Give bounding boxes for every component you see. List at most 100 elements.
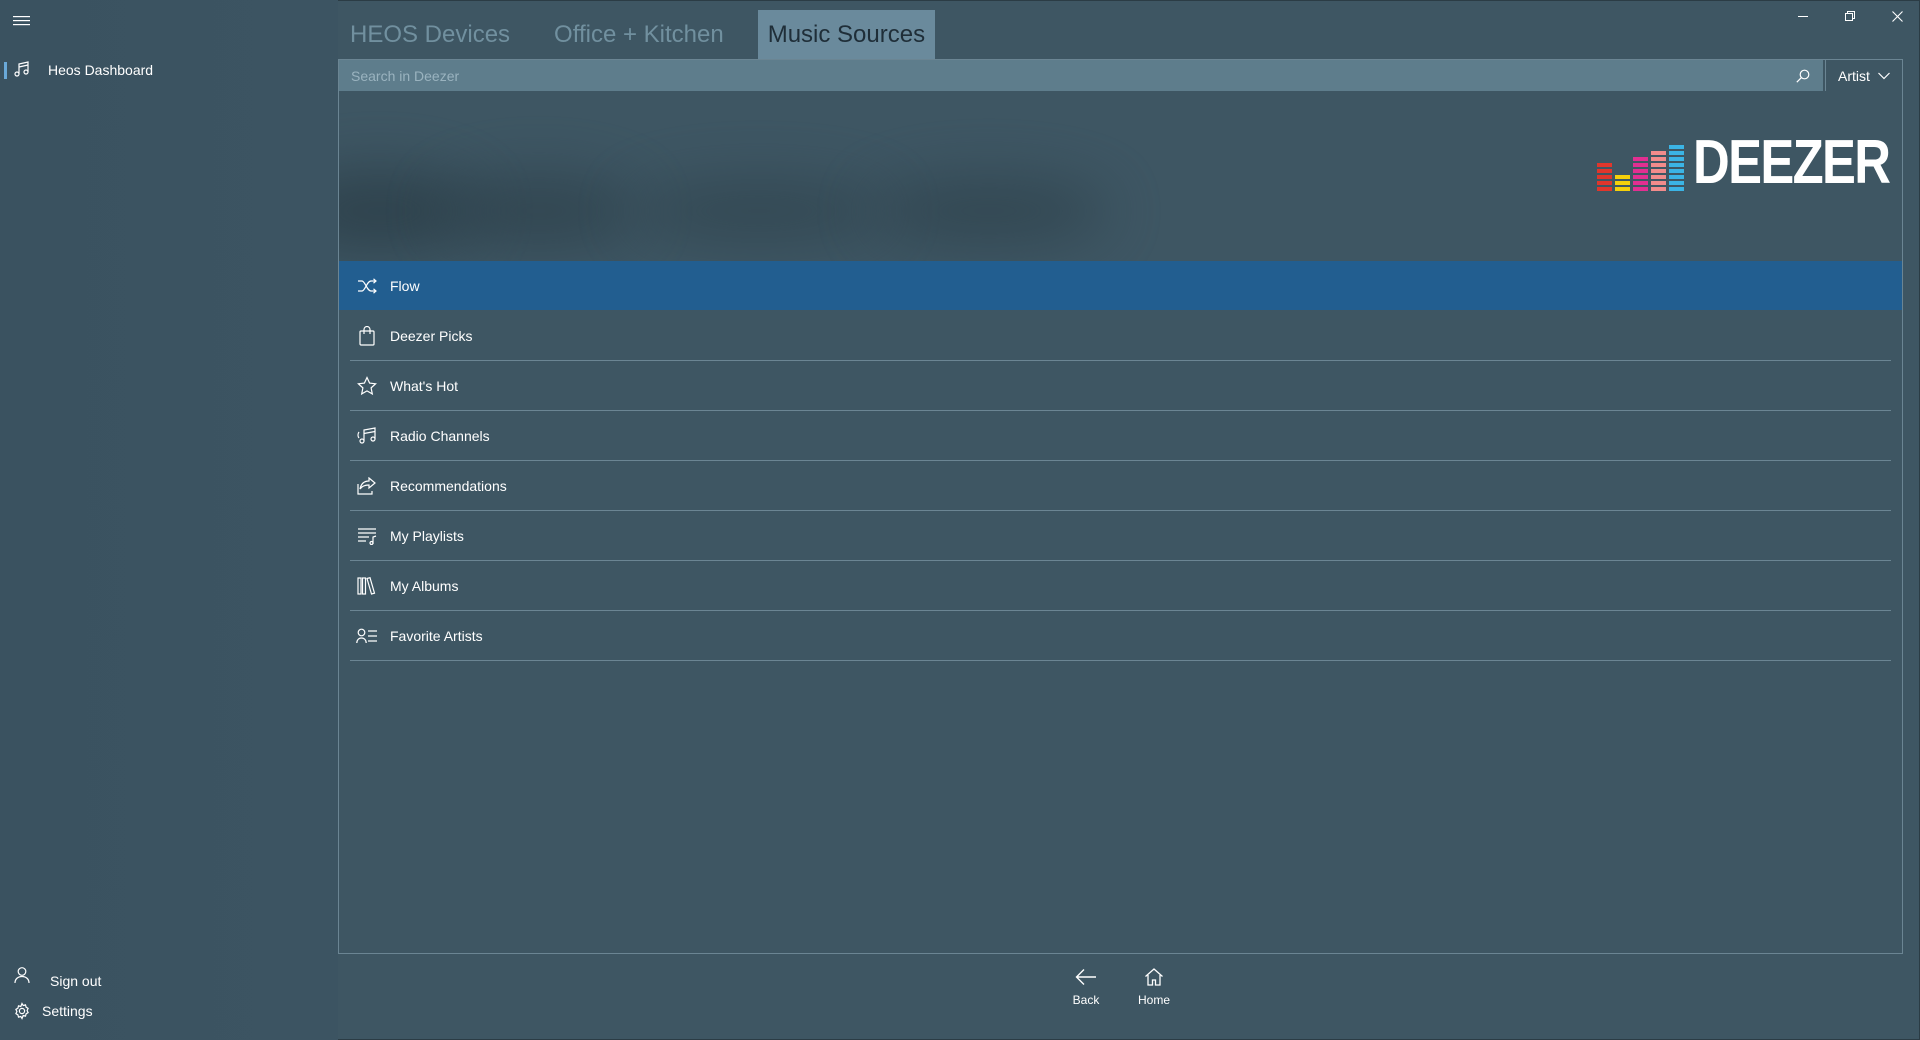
star-icon [356, 375, 378, 397]
source-menu-list: Flow Deezer Picks What's Hot Radio Chann… [339, 261, 1902, 661]
eq-column [1597, 161, 1612, 191]
search-filter-dropdown[interactable]: Artist [1825, 60, 1902, 91]
eq-bar [1669, 175, 1684, 179]
menu-item-label: My Albums [390, 577, 459, 594]
eq-bar [1651, 169, 1666, 173]
gear-icon [12, 1001, 32, 1021]
eq-bar [1597, 175, 1612, 179]
contact-list-icon [356, 625, 378, 647]
menu-item-favorite-artists[interactable]: Favorite Artists [350, 611, 1891, 661]
pivot-tabs: HEOS Devices Office + Kitchen Music Sour… [340, 10, 936, 59]
menu-item-label: Radio Channels [390, 427, 490, 444]
eq-bar [1669, 157, 1684, 161]
shuffle-icon [356, 275, 378, 297]
tab-office-kitchen[interactable]: Office + Kitchen [544, 10, 734, 59]
music-source-panel: Artist DEEZER [338, 59, 1903, 954]
menu-item-recommendations[interactable]: Recommendations [350, 461, 1891, 511]
search-filter-value: Artist [1838, 67, 1870, 84]
menu-item-my-albums[interactable]: My Albums [350, 561, 1891, 611]
app-window: Heos Dashboard Sign out Settings HEOS De… [0, 0, 1920, 1040]
hamburger-menu-icon[interactable] [12, 12, 32, 30]
menu-item-flow[interactable]: Flow [339, 261, 1902, 311]
eq-bar [1633, 163, 1648, 167]
radio-music-icon [356, 425, 378, 447]
menu-item-label: Deezer Picks [390, 327, 473, 344]
eq-bar [1651, 157, 1666, 161]
eq-bar [1669, 181, 1684, 185]
eq-column [1633, 155, 1648, 191]
eq-bar [1651, 181, 1666, 185]
close-button[interactable] [1874, 0, 1920, 32]
shopping-bag-icon [356, 325, 378, 347]
eq-bar [1615, 175, 1630, 179]
eq-bar [1651, 151, 1666, 155]
eq-bar [1597, 181, 1612, 185]
menu-item-label: Favorite Artists [390, 627, 483, 644]
eq-bar [1669, 145, 1684, 149]
menu-item-label: Recommendations [390, 477, 507, 494]
navigation-pane: Heos Dashboard Sign out Settings [0, 0, 338, 1040]
home-label: Home [1137, 993, 1170, 1007]
eq-bar [1669, 163, 1684, 167]
eq-bar [1597, 187, 1612, 191]
search-input[interactable] [339, 60, 1793, 91]
settings-button[interactable]: Settings [0, 993, 338, 1029]
nav-item-heos-dashboard[interactable]: Heos Dashboard [0, 52, 338, 88]
menu-item-label: Flow [390, 277, 420, 294]
home-icon [1144, 965, 1164, 989]
source-banner: DEEZER [339, 91, 1902, 261]
playlist-icon [356, 525, 378, 547]
sign-out-label: Sign out [50, 973, 102, 989]
eq-bar [1597, 169, 1612, 173]
menu-item-my-playlists[interactable]: My Playlists [350, 511, 1891, 561]
eq-column [1651, 149, 1666, 191]
settings-label: Settings [42, 1003, 93, 1019]
eq-bar [1633, 157, 1648, 161]
eq-bar [1597, 163, 1612, 167]
banner-background-art [439, 176, 639, 246]
restore-button[interactable] [1827, 0, 1873, 32]
search-icon[interactable] [1793, 66, 1813, 86]
search-bar [339, 60, 1823, 91]
eq-bar [1651, 175, 1666, 179]
eq-column [1669, 143, 1684, 191]
eq-bar [1669, 151, 1684, 155]
close-icon [1891, 10, 1903, 22]
deezer-logo: DEEZER [1597, 128, 1902, 197]
tab-music-sources[interactable]: Music Sources [757, 10, 936, 59]
music-note-icon [12, 60, 32, 80]
minimize-icon [1798, 16, 1808, 17]
nav-item-label: Heos Dashboard [48, 62, 154, 78]
chevron-down-icon [1877, 72, 1890, 80]
menu-item-label: My Playlists [390, 527, 464, 544]
back-label: Back [1072, 993, 1100, 1007]
eq-bar [1633, 175, 1648, 179]
eq-bar [1615, 181, 1630, 185]
arrow-left-icon [1075, 965, 1097, 989]
eq-bar [1633, 187, 1648, 191]
home-button[interactable]: Home [1127, 965, 1181, 1013]
eq-bar [1615, 187, 1630, 191]
banner-background-art [869, 179, 1109, 243]
eq-column [1615, 173, 1630, 191]
menu-item-whats-hot[interactable]: What's Hot [350, 361, 1891, 411]
banner-background-art [629, 181, 889, 241]
eq-bar [1669, 187, 1684, 191]
menu-item-label: What's Hot [390, 377, 459, 394]
menu-item-radio-channels[interactable]: Radio Channels [350, 411, 1891, 461]
eq-bar [1633, 169, 1648, 173]
eq-bar [1669, 169, 1684, 173]
deezer-equalizer-logo-icon [1597, 143, 1687, 191]
tab-heos-devices[interactable]: HEOS Devices [340, 10, 520, 59]
person-icon [12, 965, 32, 985]
back-button[interactable]: Back [1059, 965, 1113, 1013]
eq-bar [1651, 187, 1666, 191]
deezer-logo-text: DEEZER [1693, 128, 1891, 197]
eq-bar [1651, 163, 1666, 167]
share-icon [356, 475, 378, 497]
library-icon [356, 575, 378, 597]
eq-bar [1633, 181, 1648, 185]
minimize-button[interactable] [1780, 0, 1826, 32]
restore-icon [1845, 11, 1855, 21]
menu-item-deezer-picks[interactable]: Deezer Picks [350, 311, 1891, 361]
